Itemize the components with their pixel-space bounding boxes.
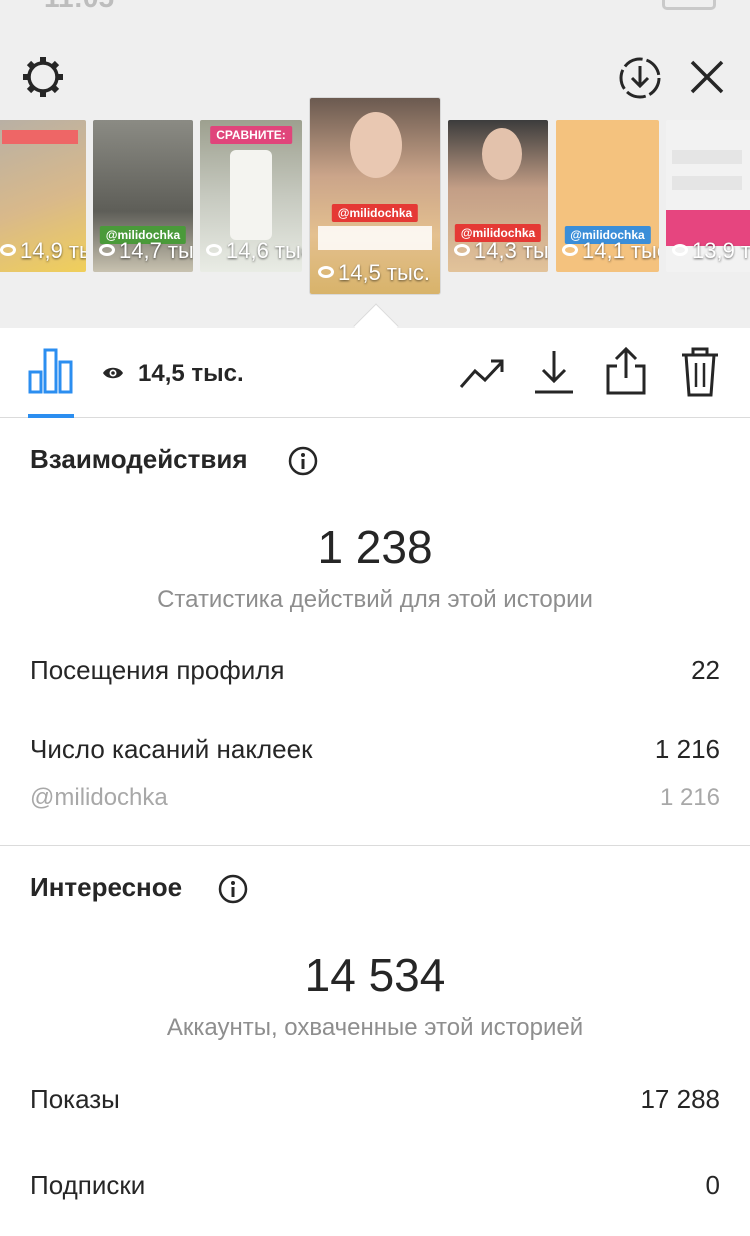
story-views-value: 14,7 тыс. xyxy=(119,238,193,263)
download-icon[interactable] xyxy=(532,348,576,396)
section-divider xyxy=(0,845,750,846)
status-time: 11:05 xyxy=(44,0,114,14)
story-thumbnail[interactable]: СРАВНИТЕ: 14,6 тыс. xyxy=(200,120,302,272)
story-caption xyxy=(318,226,432,250)
story-viewer-header: 11:05 14,9 тыс xyxy=(0,0,750,328)
story-views: 14,6 тыс. xyxy=(206,238,302,264)
stories-strip[interactable]: 14,9 тыс. @milidochka 14,7 тыс. СРАВНИТЕ… xyxy=(0,98,750,298)
eye-icon xyxy=(99,244,115,257)
story-views-value: 14,1 тыс. xyxy=(582,238,659,263)
story-thumbnail[interactable]: @milidochka 14,1 тыс. xyxy=(556,120,659,272)
story-views: 14,1 тыс. xyxy=(562,238,659,264)
story-actions-toolbar: 14,5 тыс. xyxy=(0,328,750,418)
chat-bubble xyxy=(672,150,742,164)
profile-visits-label: Посещения профиля xyxy=(30,655,285,685)
profile-visits-value: 22 xyxy=(691,655,720,685)
story-views-value: 14,5 тыс. xyxy=(338,260,430,285)
trend-up-icon[interactable] xyxy=(458,354,506,392)
info-icon[interactable] xyxy=(218,874,248,904)
story-thumbnail[interactable]: @milidochka 14,3 тыс. xyxy=(448,120,548,272)
sticker-taps-label: Число касаний наклеек xyxy=(30,734,313,764)
story-thumbnail-selected[interactable]: @milidochka 14,5 тыс. xyxy=(310,98,440,294)
story-face xyxy=(482,128,522,180)
story-views-value: 14,3 тыс. xyxy=(474,238,548,263)
story-caption xyxy=(2,130,78,144)
eye-icon xyxy=(562,244,578,257)
story-views: 14,7 тыс. xyxy=(99,238,193,264)
mention-sticker-label[interactable]: @milidochka xyxy=(30,784,168,812)
story-views: 13,9 тыс. xyxy=(672,238,750,264)
story-tag: @milidochka xyxy=(331,204,419,222)
interactions-title: Взаимодействия xyxy=(30,444,248,474)
discovery-title: Интересное xyxy=(30,872,183,902)
story-views: 14,5 тыс. xyxy=(318,260,430,286)
eye-icon xyxy=(672,244,688,257)
share-icon[interactable] xyxy=(604,346,648,396)
story-face xyxy=(350,112,402,178)
reach-total: 14 534 xyxy=(304,949,446,1001)
circle-download-icon xyxy=(619,57,661,99)
story-tag: СРАВНИТЕ: xyxy=(210,126,292,144)
mention-sticker-value: 1 216 xyxy=(659,784,720,811)
interactions-caption: Статистика действий для этой истории xyxy=(157,586,593,613)
chat-bubble xyxy=(672,176,742,190)
eye-icon xyxy=(318,266,334,279)
eye-icon xyxy=(206,244,222,257)
story-views-value: 14,9 тыс. xyxy=(20,238,86,263)
download-all-button[interactable] xyxy=(614,52,666,104)
eye-icon xyxy=(454,244,470,257)
impressions-label: Показы xyxy=(30,1084,120,1114)
sticker-taps-value: 1 216 xyxy=(654,734,720,764)
story-thumbnail[interactable]: 14,9 тыс. xyxy=(0,120,86,272)
gear-icon xyxy=(23,57,63,97)
story-views: 14,3 тыс. xyxy=(454,238,548,264)
eye-icon xyxy=(103,367,123,379)
follows-label: Подписки xyxy=(30,1170,146,1200)
story-thumbnail[interactable]: 13,9 тыс. xyxy=(666,120,750,272)
battery-icon xyxy=(662,0,716,10)
settings-button[interactable] xyxy=(18,52,68,102)
story-views-value: 13,9 тыс. xyxy=(692,238,750,263)
status-bar: 11:05 xyxy=(0,0,750,14)
impressions-value: 17 288 xyxy=(640,1084,720,1114)
story-views: 14,9 тыс. xyxy=(0,238,86,264)
close-button[interactable] xyxy=(684,52,730,102)
story-views-value: 14,6 тыс. xyxy=(226,238,302,263)
info-icon[interactable] xyxy=(288,446,318,476)
close-icon xyxy=(690,60,724,94)
bar-chart-icon[interactable] xyxy=(28,346,74,394)
product-bottle xyxy=(230,150,272,240)
active-tab-indicator xyxy=(28,414,74,418)
eye-icon xyxy=(0,244,16,257)
story-thumbnail[interactable]: @milidochka 14,7 тыс. xyxy=(93,120,193,272)
views-count: 14,5 тыс. xyxy=(138,360,244,387)
reach-caption: Аккаунты, охваченные этой историей xyxy=(166,1014,584,1041)
interactions-total: 1 238 xyxy=(317,521,433,573)
trash-icon[interactable] xyxy=(680,346,720,398)
follows-value: 0 xyxy=(705,1170,720,1200)
